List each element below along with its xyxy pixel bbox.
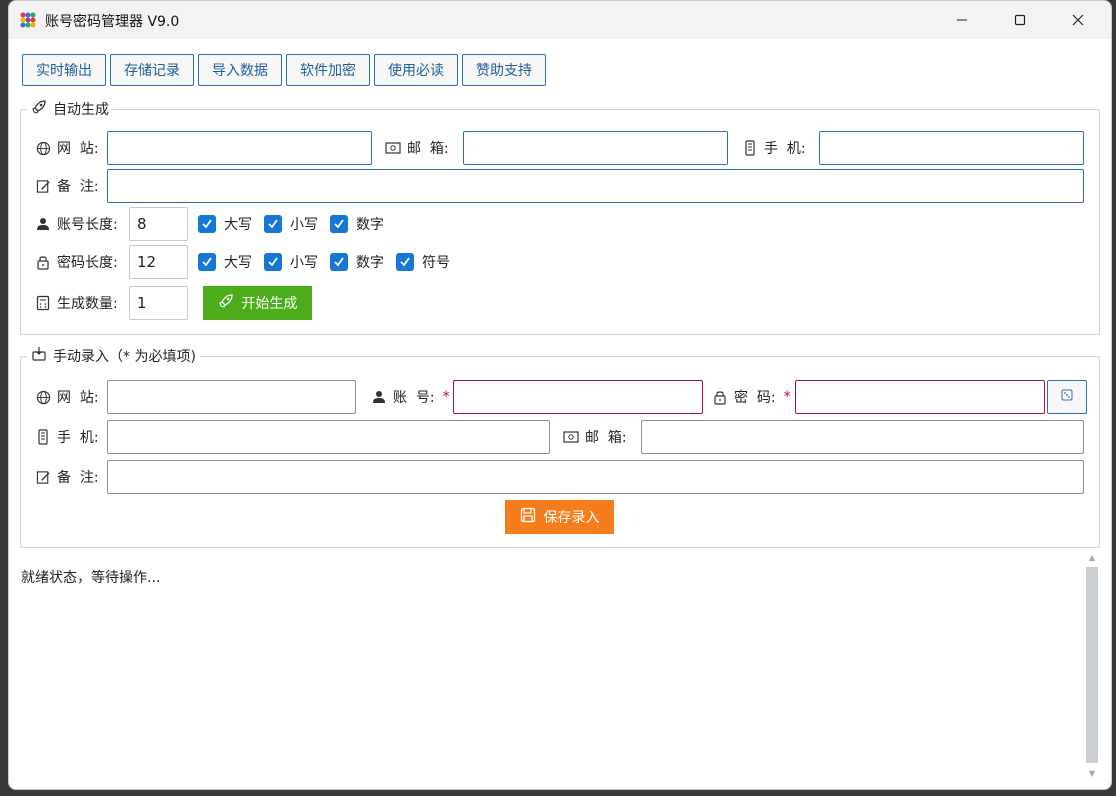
manual-note-input[interactable] [107, 460, 1084, 494]
manual-entry-legend: 手动录入（* 为必填项) [27, 346, 200, 366]
window-title: 账号密码管理器 V9.0 [45, 14, 180, 30]
auto-phone-input[interactable] [819, 131, 1084, 165]
checkmark-icon [264, 253, 282, 271]
save-entry-button[interactable]: 保存录入 [505, 500, 614, 534]
note-icon [35, 469, 51, 485]
manual-password-input[interactable] [795, 380, 1045, 414]
realtime-output-button[interactable]: 实时输出 [22, 54, 106, 86]
email-icon [563, 429, 579, 445]
auto-phone-label: 手 机: [742, 138, 806, 158]
globe-icon [35, 389, 51, 405]
minimize-button[interactable] [939, 1, 985, 39]
manual-website-input[interactable] [107, 380, 356, 414]
auto-website-input[interactable] [107, 131, 372, 165]
maximize-button[interactable] [997, 1, 1043, 39]
random-password-button[interactable] [1047, 380, 1087, 414]
manual-entry-title: 手动录入（* 为必填项) [53, 349, 196, 365]
manual-phone-input[interactable] [107, 420, 550, 454]
app-window: 账号密码管理器 V9.0 实时输出 存储记录 导入数据 软件加密 使用必读 赞助… [8, 0, 1112, 790]
password-digits-checkbox[interactable]: 数字 [330, 252, 384, 272]
must-read-button[interactable]: 使用必读 [374, 54, 458, 86]
checkmark-icon [330, 253, 348, 271]
auto-generate-legend: 自动生成 [27, 99, 113, 119]
maximize-icon [1014, 14, 1026, 26]
account-digits-checkbox[interactable]: 数字 [330, 214, 384, 234]
user-icon [371, 389, 387, 405]
app-logo-icon [19, 11, 37, 29]
rocket-icon [218, 293, 234, 313]
auto-email-input[interactable] [463, 131, 728, 165]
auto-note-label: 备 注: [35, 176, 99, 196]
password-lowercase-checkbox[interactable]: 小写 [264, 252, 318, 272]
status-text: 就绪状态，等待操作... [21, 570, 161, 586]
manual-note-label: 备 注: [35, 467, 99, 487]
scroll-up-arrow-icon[interactable]: ▲ [1085, 551, 1099, 563]
records-button[interactable]: 存储记录 [110, 54, 194, 86]
checkmark-icon [198, 253, 216, 271]
phone-icon [35, 429, 51, 445]
email-icon [385, 140, 401, 156]
close-icon [1072, 14, 1084, 26]
user-icon [35, 216, 51, 232]
save-icon [520, 507, 536, 527]
checkmark-icon [264, 215, 282, 233]
log-scrollbar[interactable]: ▲ ▼ [1085, 551, 1099, 779]
generate-button[interactable]: 开始生成 [203, 286, 312, 320]
phone-icon [742, 140, 758, 156]
close-button[interactable] [1055, 1, 1101, 39]
manual-account-input[interactable] [453, 380, 703, 414]
note-icon [35, 178, 51, 194]
sponsor-button[interactable]: 赞助支持 [462, 54, 546, 86]
software-encrypt-button[interactable]: 软件加密 [286, 54, 370, 86]
checkmark-icon [330, 215, 348, 233]
scroll-down-arrow-icon[interactable]: ▼ [1085, 767, 1099, 779]
minimize-icon [957, 19, 967, 21]
manual-email-label: 邮 箱: [563, 427, 627, 447]
account-length-input[interactable]: 8 [129, 207, 188, 241]
scroll-thumb[interactable] [1086, 567, 1098, 763]
manual-email-input[interactable] [641, 420, 1084, 454]
manual-phone-label: 手 机: [35, 427, 99, 447]
password-uppercase-checkbox[interactable]: 大写 [198, 252, 252, 272]
required-mark: * [783, 389, 791, 405]
password-symbols-checkbox[interactable]: 符号 [396, 252, 450, 272]
lock-icon [35, 254, 51, 270]
checkmark-icon [198, 215, 216, 233]
globe-icon [35, 140, 51, 156]
manual-account-label: 账 号: * [371, 387, 450, 407]
rocket-icon [31, 99, 47, 119]
auto-email-label: 邮 箱: [385, 138, 449, 158]
keyboard-input-icon [31, 346, 47, 366]
lock-icon [712, 389, 728, 405]
account-length-label: 账号长度: [35, 214, 118, 234]
password-length-input[interactable]: 12 [129, 245, 188, 279]
manual-website-label: 网 站: [35, 387, 99, 407]
auto-website-label: 网 站: [35, 138, 99, 158]
account-uppercase-checkbox[interactable]: 大写 [198, 214, 252, 234]
calculator-icon [35, 295, 51, 311]
password-length-label: 密码长度: [35, 252, 118, 272]
auto-note-input[interactable] [107, 169, 1084, 203]
count-label: 生成数量: [35, 293, 118, 313]
required-mark: * [442, 389, 450, 405]
title-bar[interactable]: 账号密码管理器 V9.0 [9, 1, 1111, 39]
account-lowercase-checkbox[interactable]: 小写 [264, 214, 318, 234]
count-input[interactable]: 1 [129, 286, 188, 320]
dice-icon [1061, 389, 1073, 405]
checkmark-icon [396, 253, 414, 271]
import-data-button[interactable]: 导入数据 [198, 54, 282, 86]
auto-generate-title: 自动生成 [53, 102, 109, 118]
manual-password-label: 密 码: * [712, 387, 791, 407]
